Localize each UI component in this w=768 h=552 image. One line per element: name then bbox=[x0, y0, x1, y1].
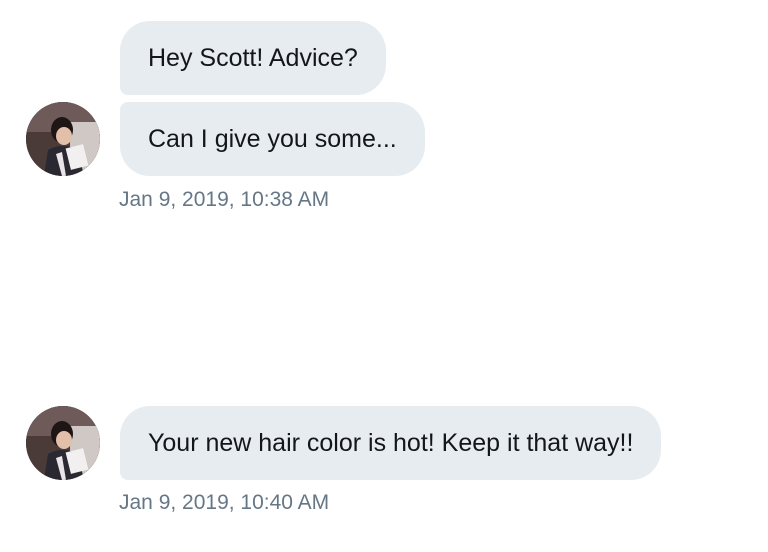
user-avatar-icon[interactable] bbox=[26, 102, 100, 176]
message-bubble[interactable]: Hey Scott! Advice? bbox=[120, 21, 386, 95]
message-group: Your new hair color is hot! Keep it that… bbox=[0, 380, 768, 550]
message-bubble[interactable]: Can I give you some... bbox=[120, 102, 425, 176]
message-bubble[interactable]: Your new hair color is hot! Keep it that… bbox=[120, 406, 662, 480]
message-timestamp: Jan 9, 2019, 10:40 AM bbox=[119, 491, 330, 514]
user-avatar-icon[interactable] bbox=[26, 406, 100, 480]
message-timestamp: Jan 9, 2019, 10:38 AM bbox=[119, 188, 330, 211]
message-group: Hey Scott! Advice? Can I give you some..… bbox=[0, 0, 768, 220]
